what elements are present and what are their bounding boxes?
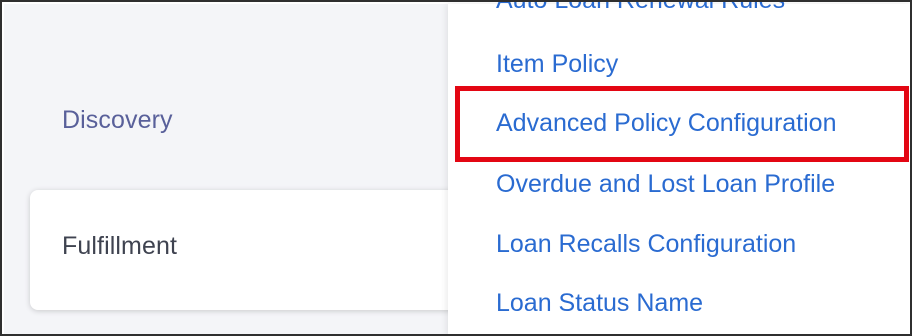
submenu-link-loan-status-name[interactable]: Loan Status Name xyxy=(496,289,703,318)
submenu-link-auto-loan-renewal-rules[interactable]: Auto Loan Renewal Rules xyxy=(496,2,785,15)
submenu-link-loan-recalls-configuration[interactable]: Loan Recalls Configuration xyxy=(496,230,796,259)
submenu-link-overdue-lost-loan-profile[interactable]: Overdue and Lost Loan Profile xyxy=(496,170,835,199)
submenu-link-item-policy[interactable]: Item Policy xyxy=(496,50,618,79)
nav-item-discovery[interactable]: Discovery xyxy=(62,106,173,135)
fulfillment-submenu: Auto Loan Renewal Rules Item Policy Adva… xyxy=(448,2,910,334)
nav-item-fulfillment-label[interactable]: Fulfillment xyxy=(62,232,177,261)
screenshot-frame: Discovery Fulfillment Auto Loan Renewal … xyxy=(0,0,912,336)
highlight-annotation-box xyxy=(455,86,909,162)
